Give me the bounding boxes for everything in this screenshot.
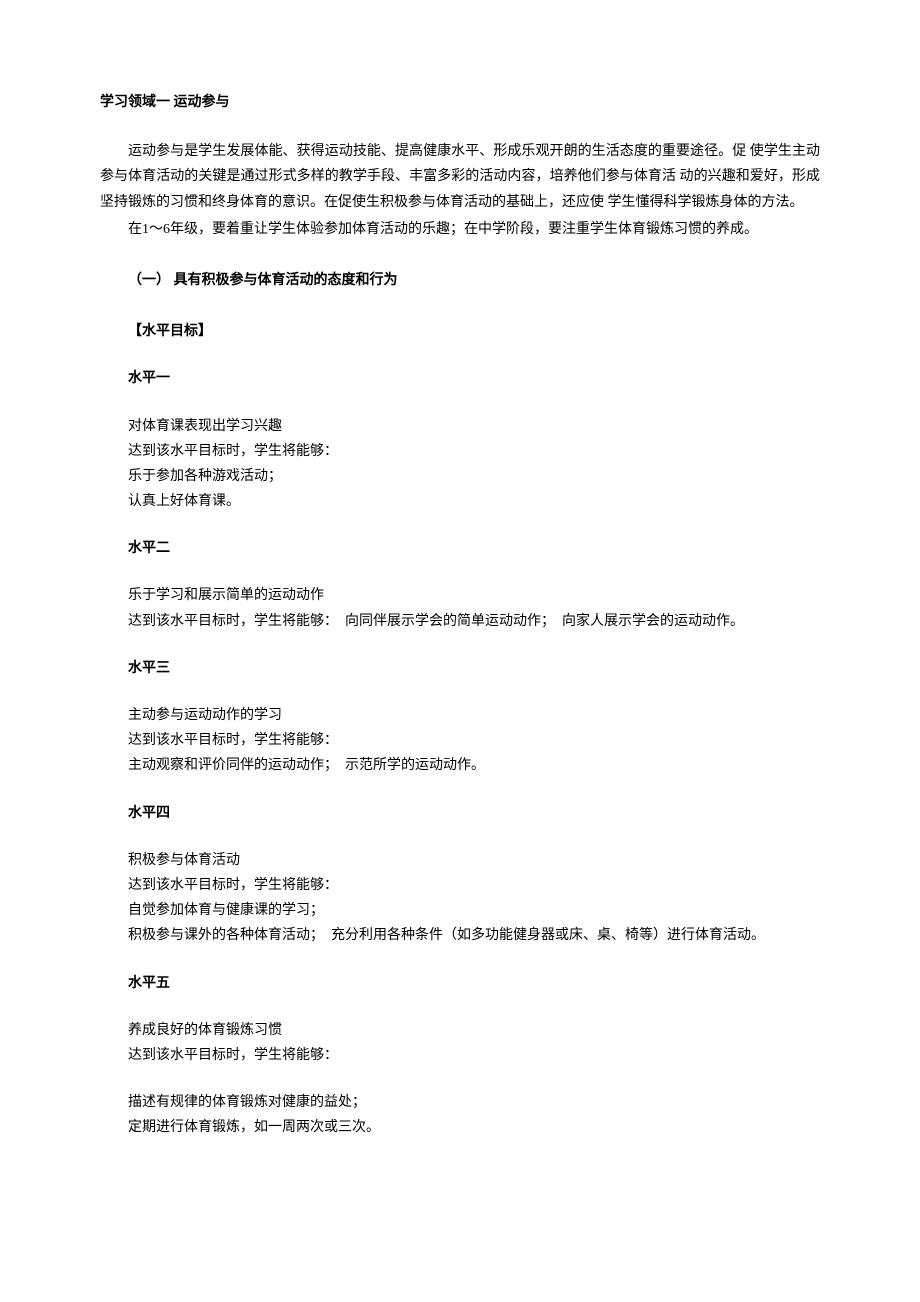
content-line: 达到该水平目标时，学生将能够： 向同伴展示学会的简单运动动作； 向家人展示学会的… bbox=[100, 609, 820, 634]
level-2-title: 水平二 bbox=[100, 536, 820, 561]
level-4-title: 水平四 bbox=[100, 801, 820, 826]
main-title: 学习领域一 运动参与 bbox=[100, 90, 820, 115]
level-5-content-1: 养成良好的体育锻炼习惯 达到该水平目标时，学生将能够： bbox=[100, 1018, 820, 1068]
content-line: 达到该水平目标时，学生将能够： bbox=[100, 728, 820, 753]
level-5-content-2: 描述有规律的体育锻炼对健康的益处； 定期进行体育锻炼，如一周两次或三次。 bbox=[100, 1090, 820, 1140]
level-3-content: 主动参与运动动作的学习 达到该水平目标时，学生将能够： 主动观察和评价同伴的运动… bbox=[100, 703, 820, 779]
level-3-title: 水平三 bbox=[100, 656, 820, 681]
content-line: 自觉参加体育与健康课的学习； bbox=[100, 898, 820, 923]
content-line: 达到该水平目标时，学生将能够： bbox=[100, 1043, 820, 1068]
content-line: 定期进行体育锻炼，如一周两次或三次。 bbox=[100, 1115, 820, 1140]
goals-title: 【水平目标】 bbox=[100, 319, 820, 344]
level-1-content: 对体育课表现出学习兴趣 达到该水平目标时，学生将能够： 乐于参加各种游戏活动； … bbox=[100, 414, 820, 515]
content-line: 认真上好体育课。 bbox=[100, 489, 820, 514]
section-title: （一） 具有积极参与体育活动的态度和行为 bbox=[100, 268, 820, 293]
content-line: 乐于学习和展示简单的运动动作 bbox=[100, 583, 820, 608]
content-line: 乐于参加各种游戏活动； bbox=[100, 464, 820, 489]
content-line: 对体育课表现出学习兴趣 bbox=[100, 414, 820, 439]
content-line: 达到该水平目标时，学生将能够： bbox=[100, 873, 820, 898]
content-line: 主动参与运动动作的学习 bbox=[100, 703, 820, 728]
content-line: 达到该水平目标时，学生将能够： bbox=[100, 439, 820, 464]
level-4-content: 积极参与体育活动 达到该水平目标时，学生将能够： 自觉参加体育与健康课的学习； … bbox=[100, 848, 820, 949]
content-line: 积极参与课外的各种体育活动； 充分利用各种条件（如多功能健身器或床、桌、椅等）进… bbox=[100, 923, 820, 948]
intro-paragraph-2: 在1～6年级，要着重让学生体验参加体育活动的乐趣；在中学阶段，要注重学生体育锻炼… bbox=[100, 217, 820, 242]
level-5-title: 水平五 bbox=[100, 971, 820, 996]
content-line: 主动观察和评价同伴的运动动作； 示范所学的运动动作。 bbox=[100, 753, 820, 778]
content-line: 养成良好的体育锻炼习惯 bbox=[100, 1018, 820, 1043]
level-1-title: 水平一 bbox=[100, 366, 820, 391]
content-line: 积极参与体育活动 bbox=[100, 848, 820, 873]
intro-paragraph-1: 运动参与是学生发展体能、获得运动技能、提高健康水平、形成乐观开朗的生活态度的重要… bbox=[100, 139, 820, 215]
level-2-content: 乐于学习和展示简单的运动动作 达到该水平目标时，学生将能够： 向同伴展示学会的简… bbox=[100, 583, 820, 633]
content-line: 描述有规律的体育锻炼对健康的益处； bbox=[100, 1090, 820, 1115]
